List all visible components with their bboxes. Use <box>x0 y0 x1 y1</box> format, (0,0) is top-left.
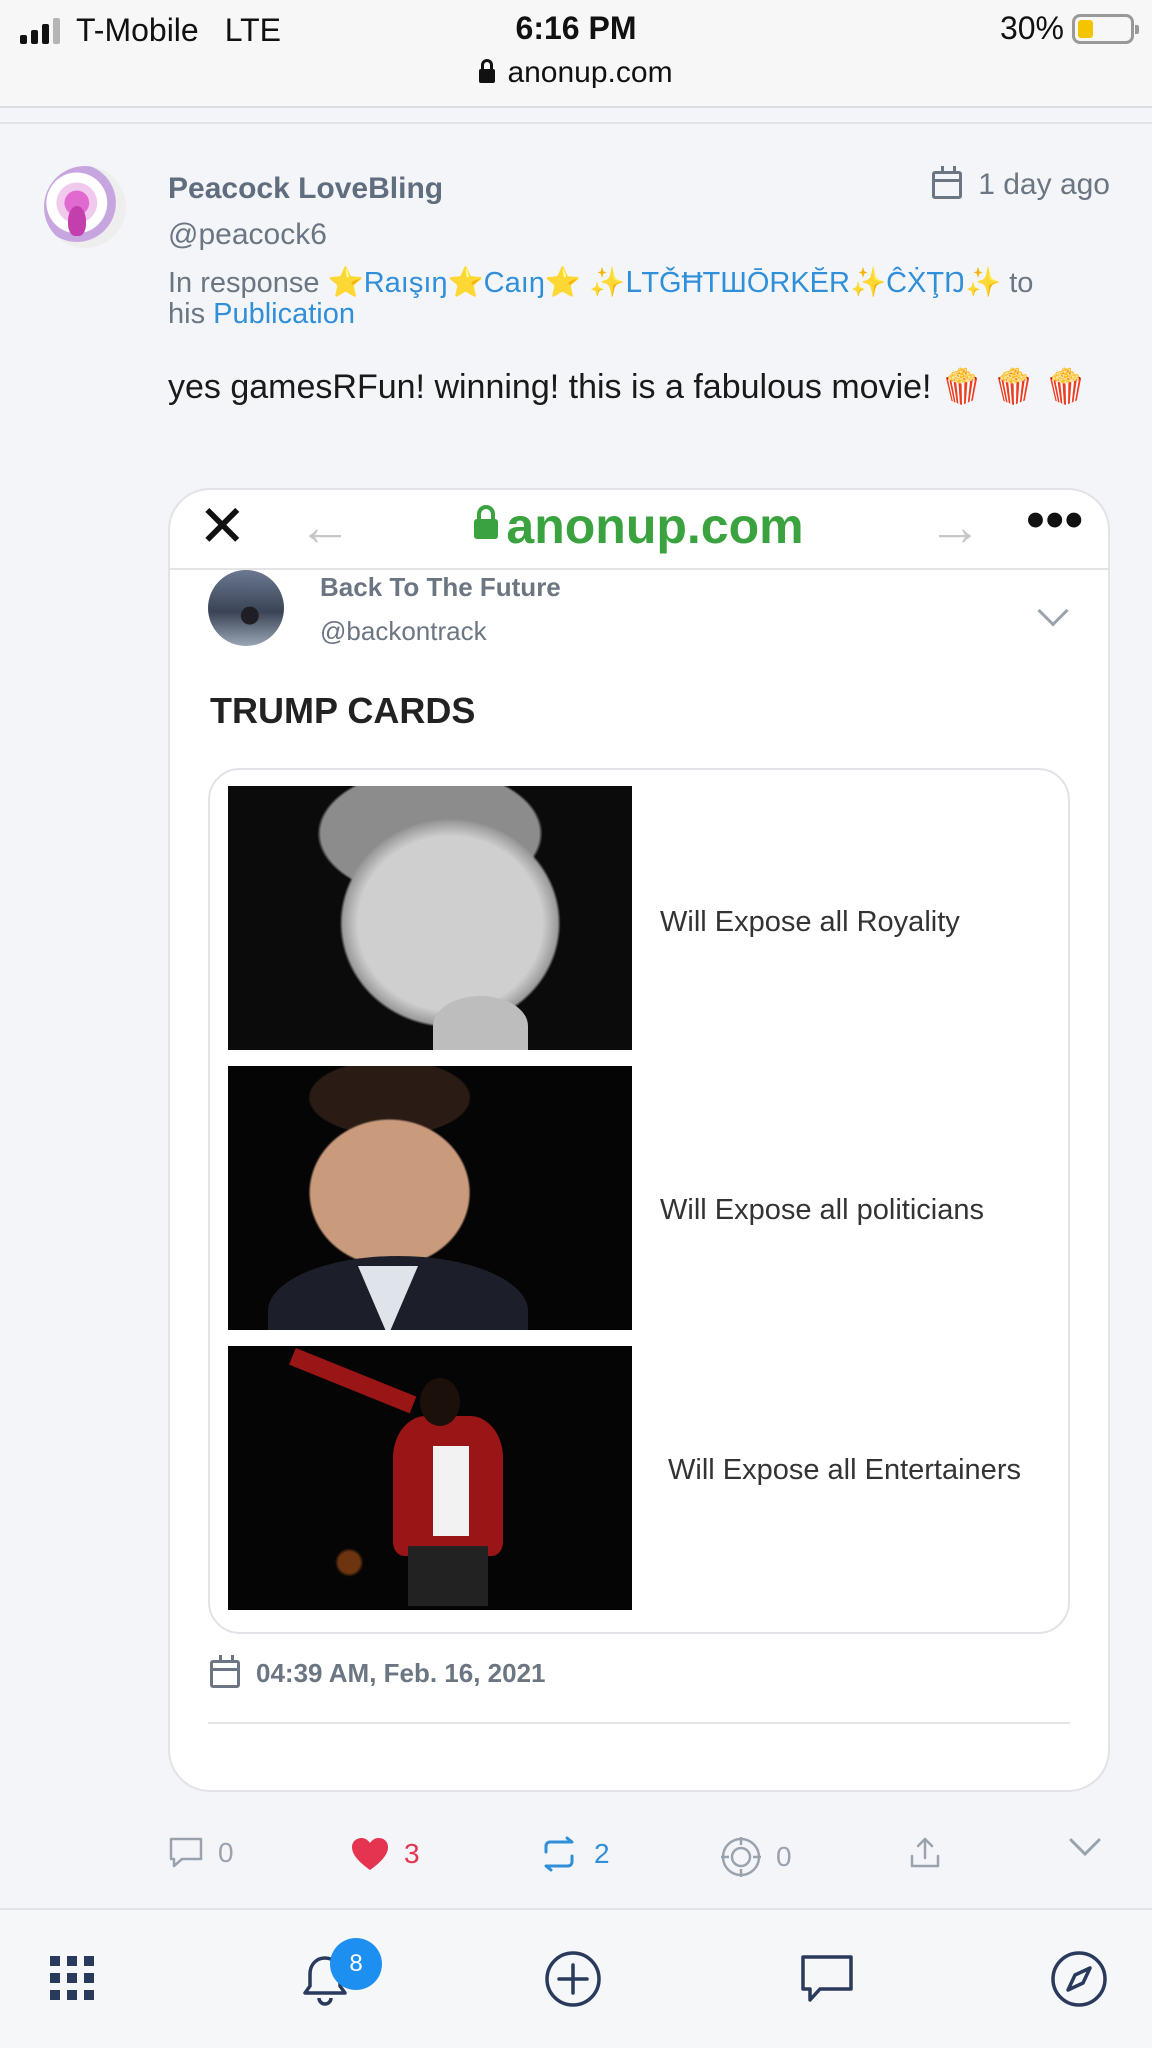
apps-grid-button[interactable] <box>50 1956 94 2005</box>
meme-caption-1: Will Expose all Royality <box>660 906 960 938</box>
time-ago-text: 1 day ago <box>978 168 1110 201</box>
bottom-nav: 8 <box>0 1908 1152 2048</box>
comment-count: 0 <box>218 1837 234 1868</box>
meme-card: Will Expose all Royality Will Expose all… <box>208 768 1070 1634</box>
meme-photo-2 <box>228 1066 632 1330</box>
address-bar[interactable]: anonup.com <box>0 56 1152 90</box>
embedded-title: TRUMP CARDS <box>210 690 476 731</box>
publication-link[interactable]: Publication <box>213 298 355 330</box>
tip-count: 0 <box>776 1841 792 1872</box>
calendar-icon <box>210 1654 240 1688</box>
chat-icon <box>801 1955 853 2002</box>
apps-grid-icon <box>50 1956 94 2000</box>
author-name[interactable]: Peacock LoveBling <box>168 172 443 206</box>
post-image[interactable]: ✕ ← anonup.com → ••• Back To The Future … <box>168 488 1110 1792</box>
status-right: 30% <box>999 10 1139 47</box>
meme-photo-1 <box>228 786 632 1050</box>
repost-count: 2 <box>594 1838 610 1869</box>
in-response-line: In response ⭐Raışıŋ⭐Caıŋ⭐ ✨ᒪTǦĦTШŌRKĔR✨Ĉ… <box>168 268 1113 330</box>
battery-percent: 30% <box>999 10 1064 46</box>
divider <box>208 1722 1070 1724</box>
heart-icon <box>352 1838 388 1870</box>
in-response-prefix: In response <box>168 267 320 299</box>
calendar-icon <box>932 166 963 199</box>
status-bar: T-Mobile LTE 6:16 PM 30% anonup.com <box>0 0 1152 108</box>
divider <box>0 122 1152 124</box>
embedded-author-avatar <box>208 570 284 646</box>
notification-badge: 8 <box>330 1938 382 1990</box>
comment-icon <box>169 1837 203 1868</box>
chevron-down-icon <box>1037 595 1069 627</box>
embedded-url-text: anonup.com <box>506 498 804 554</box>
target-icon <box>721 1837 761 1877</box>
post-body: yes gamesRFun! winning! this is a fabulo… <box>168 368 1087 406</box>
comment-button[interactable]: 0 <box>168 1836 234 1870</box>
repost-icon <box>544 1836 574 1872</box>
embedded-date: 04:39 AM, Feb. 16, 2021 <box>210 1654 546 1689</box>
share-icon <box>910 1837 940 1868</box>
meme-photo-3 <box>228 1346 632 1610</box>
plus-circle-icon <box>545 1951 601 2007</box>
share-button[interactable] <box>908 1836 956 1870</box>
battery-icon <box>1072 13 1139 44</box>
more-icon: ••• <box>1026 491 1084 549</box>
author-avatar[interactable] <box>44 166 126 248</box>
post-actions: 0 3 2 0 <box>168 1836 1108 1886</box>
forward-arrow-icon: → <box>928 497 982 557</box>
author-handle[interactable]: @peacock6 <box>168 218 327 252</box>
embedded-browser-bar: ✕ ← anonup.com → ••• <box>170 490 1108 570</box>
more-options-button[interactable] <box>1068 1836 1116 1858</box>
in-response-to: to <box>1009 267 1034 299</box>
clock: 6:16 PM <box>515 10 637 46</box>
compass-icon <box>1051 1951 1107 2007</box>
in-response-his: his <box>168 298 206 330</box>
embedded-author-name: Back To The Future <box>320 572 561 602</box>
repost-button[interactable]: 2 <box>538 1836 610 1872</box>
chevron-down-icon <box>1069 1838 1101 1857</box>
embedded-author-handle: @backontrack <box>320 616 487 646</box>
embedded-date-text: 04:39 AM, Feb. 16, 2021 <box>256 1658 546 1688</box>
like-count: 3 <box>404 1838 420 1869</box>
lock-icon <box>474 505 499 539</box>
create-post-button[interactable] <box>544 1950 602 2013</box>
lock-icon <box>479 59 496 83</box>
in-response-users[interactable]: ⭐Raışıŋ⭐Caıŋ⭐ ✨ᒪTǦĦTШŌRKĔR✨ĈẊŢŊ✨ <box>328 267 1002 299</box>
like-button[interactable]: 3 <box>350 1836 420 1872</box>
post-time: 1 day ago <box>932 166 1110 202</box>
meme-caption-2: Will Expose all politicians <box>660 1194 984 1226</box>
meme-caption-3: Will Expose all Entertainers <box>668 1454 1021 1486</box>
tip-button[interactable]: 0 <box>720 1836 792 1878</box>
messages-button[interactable] <box>800 1954 854 2011</box>
explore-button[interactable] <box>1050 1950 1108 2013</box>
address-url: anonup.com <box>507 56 673 89</box>
